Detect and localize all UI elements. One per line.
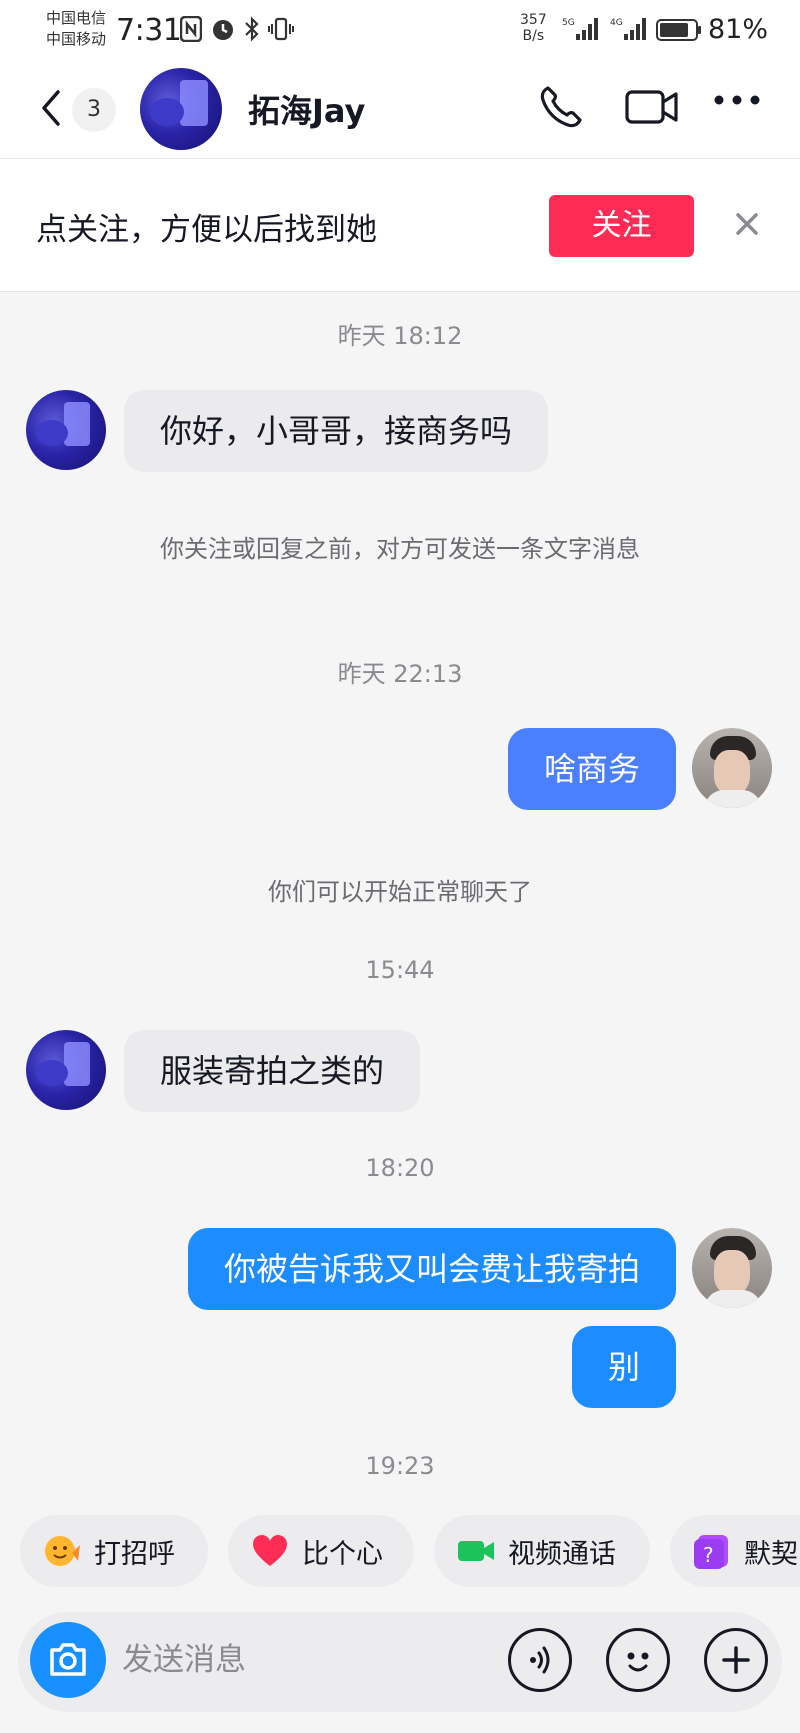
back-icon[interactable] — [36, 86, 66, 130]
net-speed-value: 357 — [520, 12, 547, 28]
vibrate-icon — [268, 17, 294, 41]
waving-hand-icon — [42, 1531, 82, 1571]
unread-count-badge[interactable]: 3 — [72, 88, 116, 132]
carrier-1: 中国电信 — [46, 9, 107, 27]
nfc-icon — [180, 16, 202, 42]
quick-action-quiz[interactable]: ? 默契 — [670, 1515, 800, 1587]
svg-text:?: ? — [703, 1543, 714, 1567]
quick-action-greet[interactable]: 打招呼 — [20, 1515, 208, 1587]
incoming-message[interactable]: 服装寄拍之类的 — [124, 1030, 421, 1112]
quick-action-label: 视频通话 — [508, 1538, 616, 1570]
timestamp: 15:44 — [365, 956, 435, 984]
camera-icon[interactable] — [30, 1622, 106, 1698]
close-icon[interactable] — [732, 209, 762, 239]
follow-banner: 点关注，方便以后找到她 关注 — [0, 159, 800, 292]
bluetooth-icon — [245, 16, 259, 42]
quick-action-video[interactable]: 视频通话 — [434, 1515, 650, 1587]
battery-percent: 81% — [708, 14, 769, 45]
follow-prompt-text: 点关注，方便以后找到她 — [36, 212, 377, 248]
phone-icon[interactable] — [536, 82, 586, 132]
quick-action-label: 默契 — [744, 1538, 798, 1570]
plus-icon[interactable] — [704, 1628, 768, 1692]
peer-avatar[interactable] — [26, 1030, 106, 1110]
outgoing-message[interactable]: 啥商务 — [507, 728, 676, 810]
my-avatar[interactable] — [692, 728, 772, 808]
carrier-names: 中国电信 中国移动 — [46, 8, 106, 50]
system-notice: 你们可以开始正常聊天了 — [268, 878, 532, 906]
timestamp: 19:23 — [365, 1452, 435, 1480]
chat-header: 3 拓海Jay — [0, 58, 800, 159]
timestamp: 18:20 — [365, 1154, 435, 1182]
net-speed-unit: B/s — [522, 28, 545, 44]
outgoing-message[interactable]: 别 — [571, 1326, 676, 1408]
battery-fill — [660, 23, 688, 37]
incoming-message[interactable]: 你好，小哥哥，接商务吗 — [124, 390, 549, 472]
outgoing-message[interactable]: 你被告诉我又叫会费让我寄拍 — [187, 1228, 676, 1310]
follow-button[interactable]: 关注 — [549, 195, 694, 257]
signal-4g-icon: 4G — [610, 18, 646, 40]
more-icon[interactable] — [712, 90, 762, 110]
status-icons-left — [180, 16, 294, 42]
signal-5g-icon: 5G — [562, 18, 598, 40]
status-clock: 7:31 — [116, 13, 182, 48]
video-icon — [456, 1531, 496, 1571]
net-speed: 357 B/s — [520, 12, 547, 44]
peer-name[interactable]: 拓海Jay — [248, 86, 365, 132]
quiz-icon: ? — [692, 1531, 732, 1571]
system-notice: 你关注或回复之前，对方可发送一条文字消息 — [160, 535, 640, 563]
timestamp: 昨天 18:12 — [337, 322, 463, 350]
message-composer — [18, 1612, 782, 1712]
video-call-icon[interactable] — [624, 82, 680, 132]
emoji-icon[interactable] — [606, 1628, 670, 1692]
sig1-label: 5G — [562, 18, 575, 28]
message-input[interactable] — [122, 1636, 462, 1684]
alarm-icon — [213, 20, 233, 40]
signal-indicators: 5G 4G — [562, 16, 650, 42]
quick-action-label: 比个心 — [302, 1538, 383, 1570]
battery-icon — [656, 19, 701, 41]
heart-icon — [250, 1531, 290, 1571]
voice-icon[interactable] — [508, 1628, 572, 1692]
my-avatar[interactable] — [692, 1228, 772, 1308]
status-bar: 中国电信 中国移动 7:31 357 B/s 5G 4G 81% — [0, 0, 800, 58]
quick-action-label: 打招呼 — [94, 1538, 175, 1570]
quick-action-heart[interactable]: 比个心 — [228, 1515, 414, 1587]
peer-avatar[interactable] — [140, 68, 222, 150]
quick-actions-bar[interactable]: 打招呼 比个心 视频通话 ? 默契 — [0, 1515, 800, 1595]
carrier-2: 中国移动 — [46, 30, 107, 48]
timestamp: 昨天 22:13 — [337, 660, 463, 688]
peer-avatar[interactable] — [26, 390, 106, 470]
sig2-label: 4G — [610, 18, 623, 28]
